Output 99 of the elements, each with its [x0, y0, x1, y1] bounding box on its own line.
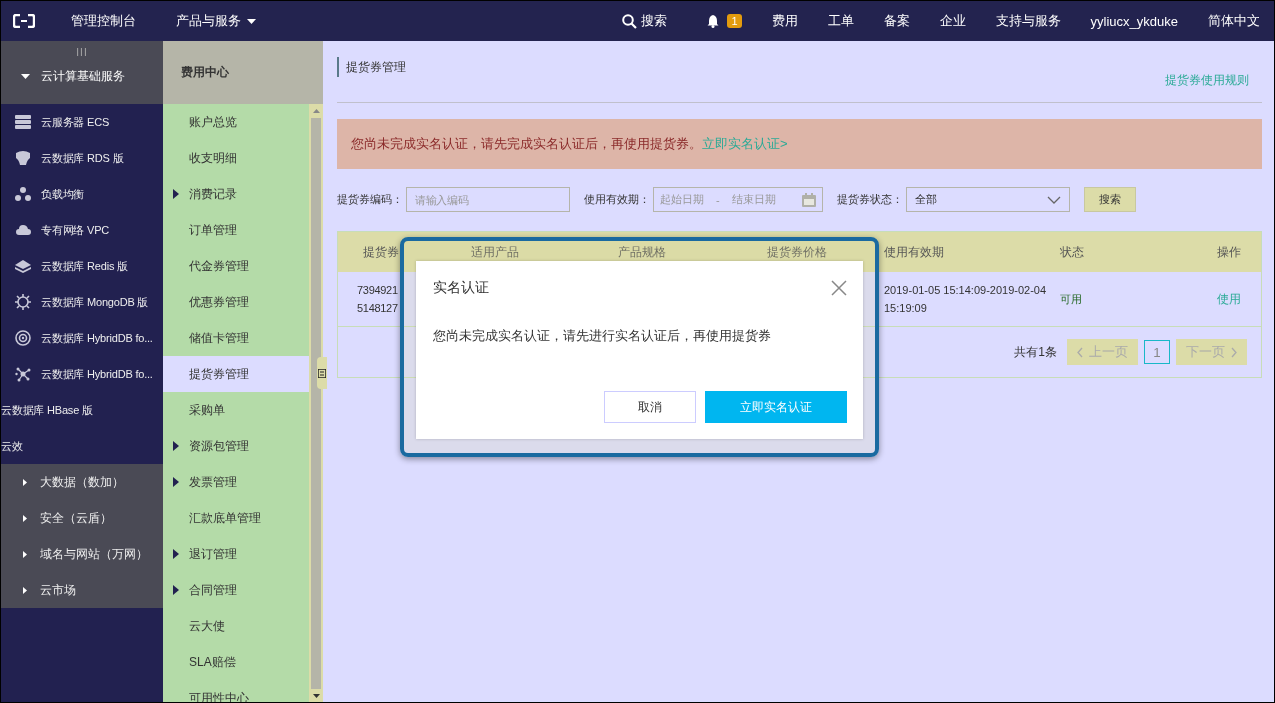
category-toggle[interactable]: 云计算基础服务: [1, 68, 163, 85]
page-title: 提货券管理: [337, 57, 406, 77]
status-dropdown[interactable]: 全部: [906, 187, 1070, 212]
close-icon: [831, 280, 847, 296]
sidebar-item[interactable]: 云数据库 HybridDB fo...: [1, 356, 163, 392]
nav-item[interactable]: 收支明细: [163, 140, 309, 176]
nav-link[interactable]: 工单: [827, 12, 854, 30]
arrow-down-icon: [312, 694, 320, 698]
collapse-tab[interactable]: [317, 357, 327, 389]
column-header: 适用产品: [471, 244, 519, 259]
calendar-icon: [802, 192, 816, 207]
sidebar-item[interactable]: 云数据库 Redis 版: [1, 248, 163, 284]
column-header: 使用有效期: [884, 244, 944, 259]
list-icon: [318, 368, 326, 378]
cloud-icon: [15, 222, 31, 238]
date-separator: -: [716, 193, 720, 206]
column-header: 提货券: [363, 244, 399, 259]
notifications-button[interactable]: [707, 14, 720, 28]
cancel-button[interactable]: 取消: [604, 391, 696, 423]
nav-item[interactable]: 消费记录: [163, 176, 309, 212]
nav-item[interactable]: 资源包管理: [163, 428, 309, 464]
chevron-down-icon: [1047, 195, 1061, 204]
nav-link[interactable]: 企业: [939, 12, 966, 30]
caret-icon: [173, 477, 179, 487]
field-label: 提货券编码：: [337, 192, 403, 207]
sidebar-item[interactable]: 云服务器 ECS: [1, 104, 163, 140]
table-cell-text: 2019-01-05 15:14:09-2019-02-04 15:19:09: [884, 283, 1047, 316]
nav-link[interactable]: 支持与服务: [995, 12, 1061, 30]
bell-icon: [707, 14, 720, 28]
table-cell-text: 7394921 5148127: [357, 283, 398, 316]
column-header: 提货券价格: [767, 244, 827, 259]
collapse-handle[interactable]: III: [1, 47, 163, 58]
logo-icon: [13, 14, 35, 28]
nav-item[interactable]: 发票管理: [163, 464, 309, 500]
warning-text: 您尚未完成实名认证，请先完成实名认证后，再使用提货券。立即实名认证>: [351, 135, 788, 153]
column-header: 产品规格: [618, 244, 666, 259]
dialog-title: 实名认证: [433, 279, 489, 297]
caret-icon: [173, 549, 179, 559]
caret-icon: [173, 585, 179, 595]
target-icon: [15, 330, 31, 346]
status-text: 可用: [1060, 292, 1083, 307]
sidebar-item[interactable]: 云数据库 HBase 版: [1, 392, 163, 428]
products-menu[interactable]: 产品与服务: [176, 12, 256, 30]
category-toggle[interactable]: 域名与网站（万网）: [1, 536, 163, 572]
server-icon: [15, 114, 31, 130]
nav-link[interactable]: 费用: [771, 12, 798, 30]
nav-item[interactable]: 储值卡管理: [163, 320, 309, 356]
molecule-icon: [15, 366, 31, 382]
notification-badge: 1: [727, 14, 742, 28]
nav-item[interactable]: 合同管理: [163, 572, 309, 608]
network-nodes-icon: [15, 186, 31, 202]
close-button[interactable]: [831, 280, 847, 296]
database-icon: [15, 150, 31, 166]
scrollbar[interactable]: [309, 104, 323, 702]
nav-item[interactable]: 优惠券管理: [163, 284, 309, 320]
search-button[interactable]: 搜索: [1084, 187, 1136, 212]
caret-icon: [173, 441, 179, 451]
scrollbar-thumb[interactable]: [311, 118, 321, 689]
column-header: 状态: [1060, 244, 1084, 259]
caret-icon: [247, 18, 256, 24]
arrow-up-icon: [312, 109, 320, 113]
sidebar-item[interactable]: 云效: [1, 428, 163, 464]
start-date-placeholder: 起始日期: [660, 192, 704, 207]
caret-icon: [173, 189, 179, 199]
code-field[interactable]: 请输入编码: [406, 187, 570, 212]
nav-title: 费用中心: [163, 41, 323, 104]
nav-item[interactable]: 采购单: [163, 392, 309, 428]
search-link[interactable]: 搜索: [622, 12, 668, 30]
nav-link[interactable]: 简体中文: [1208, 12, 1260, 30]
chevron-left-icon: [1077, 346, 1083, 358]
category-toggle[interactable]: 云市场: [1, 572, 163, 608]
nav-item[interactable]: 账户总览: [163, 104, 309, 140]
nav-item[interactable]: 代金券管理: [163, 248, 309, 284]
nav-link[interactable]: 备案: [883, 12, 910, 30]
nav-link[interactable]: yyliucx_ykduke: [1090, 13, 1178, 29]
sidebar-item[interactable]: 负载均衡: [1, 176, 163, 212]
column-header: 操作: [1217, 244, 1241, 259]
chevron-right-icon: [1231, 346, 1237, 358]
field-label: 提货券状态：: [837, 192, 903, 207]
category-toggle[interactable]: 安全（云盾）: [1, 500, 163, 536]
sidebar-item[interactable]: 云数据库 HybridDB fo...: [1, 320, 163, 356]
total-count: 共有1条: [1014, 343, 1057, 361]
search-icon: [622, 13, 638, 29]
sidebar-item[interactable]: 云数据库 MongoDB 版: [1, 284, 163, 320]
sidebar-item[interactable]: 专有网络 VPC: [1, 212, 163, 248]
category-toggle[interactable]: 大数据（数加）: [1, 464, 163, 500]
gear-icon: [15, 294, 31, 310]
sidebar-item[interactable]: 云数据库 RDS 版: [1, 140, 163, 176]
end-date-placeholder: 结束日期: [731, 192, 776, 207]
nav-item[interactable]: 提货券管理: [163, 356, 309, 392]
nav-item[interactable]: 汇款底单管理: [163, 500, 309, 536]
console-link[interactable]: 管理控制台: [71, 12, 136, 30]
dialog-message: 您尚未完成实名认证，请先进行实名认证后，再使用提货券: [433, 327, 772, 345]
field-label: 使用有效期：: [584, 192, 650, 207]
stack-icon: [15, 258, 31, 274]
nav-item[interactable]: SLA赔偿: [163, 644, 309, 680]
nav-item[interactable]: 退订管理: [163, 536, 309, 572]
nav-item[interactable]: 订单管理: [163, 212, 309, 248]
nav-item[interactable]: 云大使: [163, 608, 309, 644]
